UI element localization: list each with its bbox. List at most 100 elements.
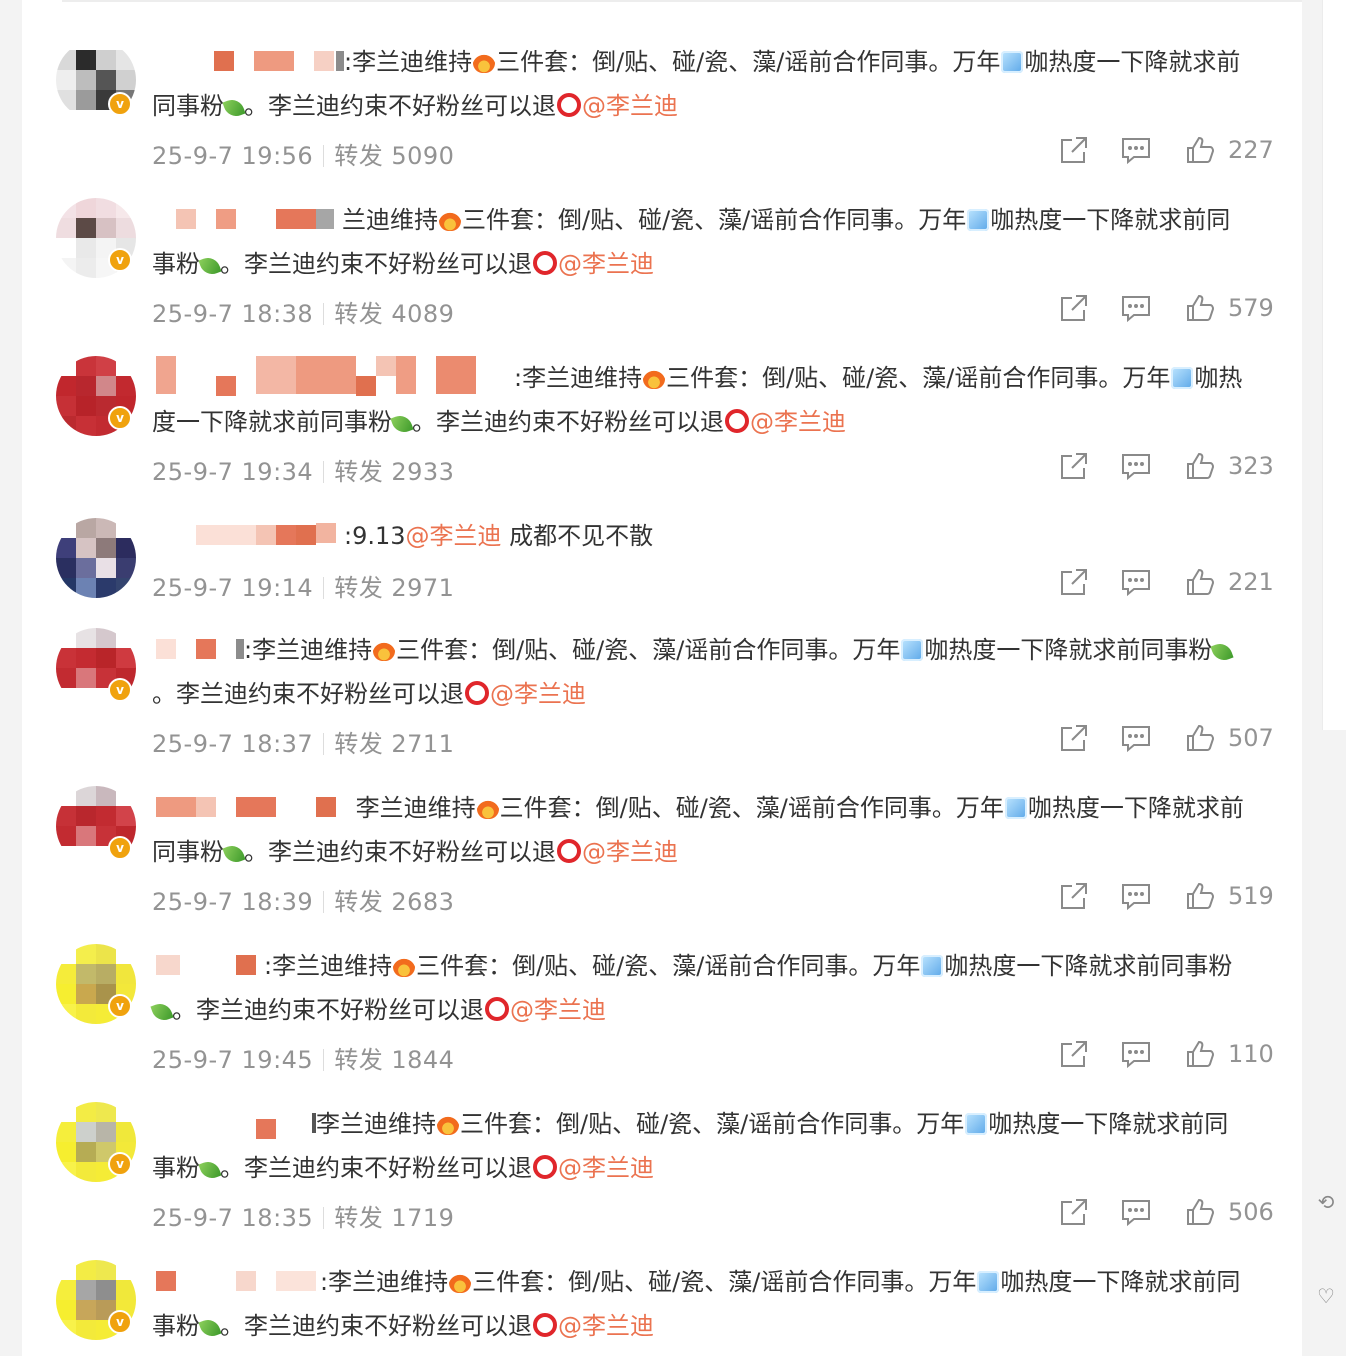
mention-link[interactable]: @李兰迪 bbox=[558, 1312, 654, 1340]
leaf-emoji-icon bbox=[390, 412, 414, 436]
timestamp: 25-9-7 18:39 bbox=[152, 888, 314, 916]
circle-emoji-icon bbox=[557, 93, 581, 117]
username-blurred[interactable] bbox=[152, 49, 344, 73]
comment-text: :李兰迪维持 三件套：倒/贴、碰/瓷、藻/谣前合作同事。万年 咖热度一下降就求前同事… bbox=[152, 356, 1252, 444]
divider bbox=[62, 0, 1302, 2]
like-button[interactable]: 579 bbox=[1184, 292, 1274, 324]
repost-count: 5090 bbox=[391, 142, 455, 170]
action-bar: 110 bbox=[1058, 1038, 1274, 1070]
share-icon[interactable] bbox=[1058, 722, 1090, 754]
mention-link[interactable]: @李兰迪 bbox=[750, 408, 846, 436]
comment-meta: 25-9-7 18:37 转发 2711 bbox=[152, 724, 454, 759]
ice-emoji-icon bbox=[1171, 367, 1194, 389]
verified-badge-icon: v bbox=[108, 678, 132, 702]
like-icon bbox=[1187, 294, 1215, 321]
share-icon[interactable] bbox=[1058, 1038, 1090, 1070]
comment-icon[interactable] bbox=[1120, 880, 1152, 912]
comment-meta: 25-9-7 19:34 转发 2933 bbox=[152, 452, 454, 487]
fire-emoji-icon bbox=[373, 639, 396, 661]
share-icon[interactable] bbox=[1058, 566, 1090, 598]
mention-link[interactable]: @李兰迪 bbox=[490, 680, 586, 708]
username-blurred[interactable] bbox=[152, 637, 244, 661]
username-blurred[interactable] bbox=[152, 1111, 316, 1139]
comment-icon[interactable] bbox=[1120, 722, 1152, 754]
share-icon[interactable] bbox=[1058, 134, 1090, 166]
comment-text: :李兰迪维持 三件套：倒/贴、碰/瓷、藻/谣前合作同事。万年 咖热度一下降就求前同事… bbox=[152, 48, 1241, 120]
verified-badge-icon: v bbox=[108, 994, 132, 1018]
like-count: 519 bbox=[1228, 882, 1274, 910]
fire-emoji-icon bbox=[449, 1271, 472, 1293]
comment-icon[interactable] bbox=[1120, 1038, 1152, 1070]
like-count: 110 bbox=[1228, 1040, 1274, 1068]
username-blurred[interactable] bbox=[152, 795, 348, 819]
mention-link[interactable]: @李兰迪 bbox=[510, 996, 606, 1024]
share-icon[interactable] bbox=[1058, 1196, 1090, 1228]
mention-link[interactable]: @李兰迪 bbox=[558, 1154, 654, 1182]
ice-emoji-icon bbox=[1001, 51, 1024, 73]
avatar[interactable] bbox=[56, 518, 136, 598]
like-count: 221 bbox=[1228, 568, 1274, 596]
fire-emoji-icon bbox=[473, 51, 496, 73]
like-button[interactable]: 110 bbox=[1184, 1038, 1274, 1070]
comment-meta: 25-9-7 19:56 转发 5090 bbox=[152, 136, 454, 171]
comment-icon[interactable] bbox=[1120, 292, 1152, 324]
ice-emoji-icon bbox=[901, 639, 924, 661]
comment-icon[interactable] bbox=[1120, 566, 1152, 598]
username-blurred[interactable] bbox=[152, 953, 264, 977]
like-count: 323 bbox=[1228, 452, 1274, 480]
leaf-emoji-icon bbox=[222, 96, 246, 120]
username-blurred[interactable] bbox=[152, 207, 342, 231]
ice-emoji-icon bbox=[921, 955, 944, 977]
circle-emoji-icon bbox=[533, 1155, 557, 1179]
refresh-help-icon[interactable]: ⟲ bbox=[1312, 1188, 1340, 1216]
repost-count: 2971 bbox=[391, 574, 455, 602]
like-button[interactable]: 519 bbox=[1184, 880, 1274, 912]
circle-emoji-icon bbox=[557, 839, 581, 863]
action-bar: 323 bbox=[1058, 450, 1274, 482]
feedback-icon[interactable]: ♡ bbox=[1312, 1282, 1340, 1310]
timestamp: 25-9-7 19:14 bbox=[152, 574, 314, 602]
like-button[interactable]: 323 bbox=[1184, 450, 1274, 482]
fire-emoji-icon bbox=[439, 209, 461, 231]
ice-emoji-icon bbox=[977, 1271, 1000, 1293]
comment-icon[interactable] bbox=[1120, 134, 1152, 166]
like-button[interactable]: 227 bbox=[1184, 134, 1274, 166]
repost-count: 2711 bbox=[391, 730, 455, 758]
share-icon[interactable] bbox=[1058, 880, 1090, 912]
like-count: 506 bbox=[1228, 1198, 1274, 1226]
repost-label: 转发 bbox=[334, 300, 384, 328]
username-blurred[interactable] bbox=[152, 356, 514, 396]
like-button[interactable]: 221 bbox=[1184, 566, 1274, 598]
like-button[interactable]: 506 bbox=[1184, 1196, 1274, 1228]
ice-emoji-icon bbox=[967, 209, 990, 231]
verified-badge-icon: v bbox=[108, 836, 132, 860]
repost-label: 转发 bbox=[334, 142, 384, 170]
circle-emoji-icon bbox=[725, 409, 749, 433]
like-icon bbox=[1187, 568, 1215, 595]
comment-icon[interactable] bbox=[1120, 450, 1152, 482]
like-icon bbox=[1187, 724, 1215, 751]
leaf-emoji-icon bbox=[198, 1316, 222, 1340]
repost-count: 1719 bbox=[391, 1204, 455, 1232]
mention-link[interactable]: @李兰迪 bbox=[406, 522, 502, 550]
repost-label: 转发 bbox=[334, 458, 384, 486]
action-bar: 506 bbox=[1058, 1196, 1274, 1228]
comment-text: :9.13@李兰迪 成都不见不散 bbox=[152, 514, 1252, 558]
username-blurred[interactable] bbox=[152, 523, 344, 547]
comment-icon[interactable] bbox=[1120, 1196, 1152, 1228]
share-icon[interactable] bbox=[1058, 292, 1090, 324]
leaf-emoji-icon bbox=[1210, 640, 1234, 664]
share-icon[interactable] bbox=[1058, 450, 1090, 482]
username-blurred[interactable] bbox=[152, 1269, 320, 1293]
action-bar: 221 bbox=[1058, 566, 1274, 598]
leaf-emoji-icon bbox=[198, 1158, 222, 1182]
comment-text: :李兰迪维持 三件套：倒/贴、碰/瓷、藻/谣前合作同事。万年 咖热度一下降就求前同事… bbox=[152, 1268, 1241, 1340]
mention-link[interactable]: @李兰迪 bbox=[558, 250, 654, 278]
mention-link[interactable]: @李兰迪 bbox=[582, 92, 678, 120]
repost-label: 转发 bbox=[334, 574, 384, 602]
comment-feed: v :李兰迪维持 三件套：倒/贴、碰/瓷、藻/谣前合作同事。万年 咖热度一下降就求前… bbox=[22, 0, 1302, 1356]
repost-label: 转发 bbox=[334, 1046, 384, 1074]
verified-badge-icon: v bbox=[108, 248, 132, 272]
mention-link[interactable]: @李兰迪 bbox=[582, 838, 678, 866]
like-button[interactable]: 507 bbox=[1184, 722, 1274, 754]
